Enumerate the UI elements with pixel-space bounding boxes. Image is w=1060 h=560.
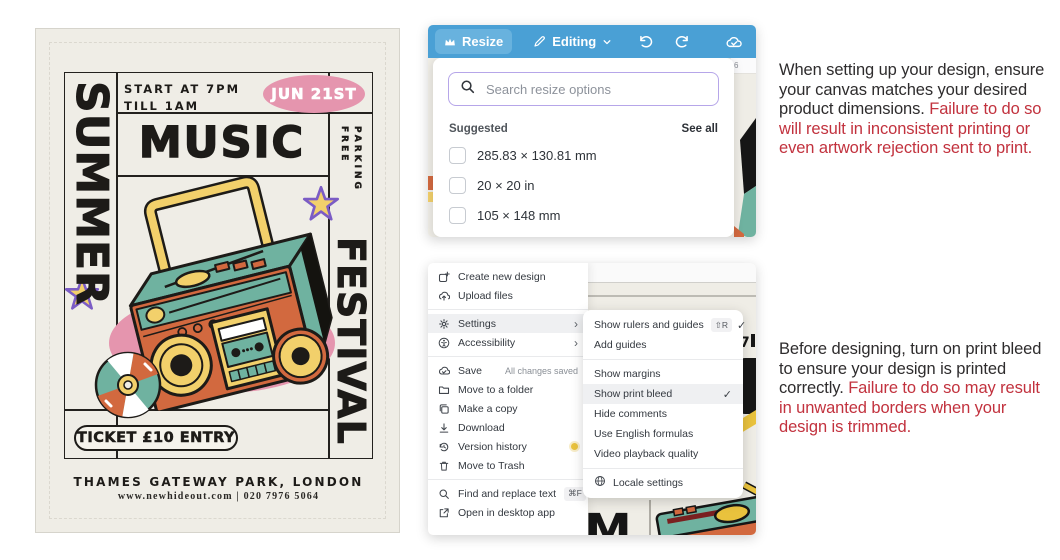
suggested-label: Suggested xyxy=(449,123,508,135)
cloud-saved-icon[interactable] xyxy=(719,35,749,49)
resize-option-row[interactable]: 105 × 148 mm xyxy=(449,200,718,230)
canvas-ruler: 6 xyxy=(731,58,756,73)
accessibility-icon xyxy=(438,337,450,349)
folder-icon xyxy=(438,384,450,396)
new-design-icon xyxy=(438,271,450,283)
contact-line: www.newhideout.com | 020 7976 5064 xyxy=(117,491,320,502)
pencil-icon xyxy=(533,35,546,48)
resize-button-label: Resize xyxy=(462,34,504,49)
menu-item-download[interactable]: Download xyxy=(428,418,588,437)
menu-item-save[interactable]: Save All changes saved xyxy=(428,361,588,380)
globe-icon xyxy=(594,474,606,492)
download-icon xyxy=(438,422,450,434)
menu-divider xyxy=(583,359,743,360)
menu-item-version-history[interactable]: Version history xyxy=(428,437,588,456)
crown-icon xyxy=(444,37,456,47)
check-icon: ✓ xyxy=(737,319,747,332)
submenu-item-show-rulers[interactable]: Show rulers and guides ⇧R ✓ xyxy=(583,315,747,335)
upload-icon xyxy=(438,290,450,302)
resize-option-label: 20 × 20 in xyxy=(477,177,535,193)
chevron-right-icon: › xyxy=(574,335,578,350)
undo-icon[interactable] xyxy=(629,34,662,49)
menu-divider xyxy=(428,309,588,310)
submenu-item-locale-settings[interactable]: Locale settings xyxy=(583,473,743,493)
cd-illustration xyxy=(94,351,162,419)
menu-item-move-to-trash[interactable]: Move to Trash xyxy=(428,456,588,475)
canvas-artwork-strip xyxy=(734,58,756,237)
external-link-icon xyxy=(438,507,450,519)
notification-dot xyxy=(571,443,578,450)
poster-schedule: START AT 7PM TILL 1AM xyxy=(124,81,240,114)
poster-side-title-festival: FESTIVAL xyxy=(329,237,374,446)
free-parking-word2: PARKING xyxy=(352,126,362,192)
menu-item-create-new-design[interactable]: Create new design xyxy=(428,267,588,286)
chevron-right-icon: › xyxy=(574,316,578,331)
resize-option-row[interactable]: 285.83 × 130.81 mm xyxy=(449,140,718,170)
note-canvas-dimensions: When setting up your design, ensure your… xyxy=(779,61,1055,159)
editor-toolbar: Resize Editing xyxy=(428,25,756,58)
poster-headline-music: MUSIC xyxy=(138,118,306,168)
check-icon: ✓ xyxy=(722,388,732,401)
submenu-item-video-quality[interactable]: Video playback quality xyxy=(583,444,743,464)
menu-item-accessibility[interactable]: Accessibility › xyxy=(428,333,588,352)
date-badge: JUN 21ST xyxy=(263,75,365,113)
resize-button[interactable]: Resize xyxy=(435,29,513,54)
festival-poster-image: SUMMER START AT 7PM TILL 1AM JUN 21ST MU… xyxy=(35,28,400,533)
gear-icon xyxy=(438,318,450,330)
checkbox[interactable] xyxy=(449,176,466,194)
submenu-item-english-formulas[interactable]: Use English formulas xyxy=(583,424,743,444)
star-icon xyxy=(302,185,340,221)
submenu-item-show-margins[interactable]: Show margins xyxy=(583,364,743,384)
editing-mode-button[interactable]: Editing xyxy=(524,29,621,54)
settings-submenu-panel: Show rulers and guides ⇧R ✓ Add guides S… xyxy=(583,310,747,498)
search-input[interactable] xyxy=(484,80,707,98)
schedule-line1: START AT 7PM xyxy=(124,82,241,96)
note-print-bleed: Before designing, turn on print bleed to… xyxy=(779,340,1055,438)
resize-option-row[interactable]: 20 × 20 in xyxy=(449,170,718,200)
trash-icon xyxy=(438,460,450,472)
resize-option-label: 285.83 × 130.81 mm xyxy=(477,147,597,163)
redo-icon[interactable] xyxy=(666,34,699,49)
resize-search-box[interactable] xyxy=(448,72,719,106)
submenu-item-show-print-bleed[interactable]: Show print bleed ✓ xyxy=(583,384,743,404)
ticket-pill: TICKET £10 ENTRY xyxy=(74,425,238,451)
editing-button-label: Editing xyxy=(552,34,597,49)
resize-option-label: 105 × 148 mm xyxy=(477,207,561,223)
menu-divider xyxy=(428,479,588,480)
cloud-check-icon xyxy=(438,365,450,377)
see-all-link[interactable]: See all xyxy=(682,123,718,135)
checkbox[interactable] xyxy=(449,146,466,164)
file-menu-panel: Create new design Upload files Settings … xyxy=(428,263,588,535)
menu-item-find-replace[interactable]: Find and replace text ⌘F xyxy=(428,484,588,503)
menu-item-upload-files[interactable]: Upload files xyxy=(428,286,588,305)
history-icon xyxy=(438,441,450,453)
resize-dropdown-panel: Suggested See all 285.83 × 130.81 mm 20 … xyxy=(433,58,734,237)
search-icon xyxy=(438,488,450,500)
poster-side-title-summer: SUMMER xyxy=(66,81,118,307)
schedule-line2: TILL 1AM xyxy=(124,98,200,113)
menu-item-move-to-folder[interactable]: Move to a folder xyxy=(428,380,588,399)
menu-item-open-desktop-app[interactable]: Open in desktop app xyxy=(428,503,588,522)
menu-divider xyxy=(428,356,588,357)
chevron-down-icon xyxy=(602,37,612,47)
venue-line: THAMES GATEWAY PARK, LONDON xyxy=(73,475,364,489)
menu-item-settings[interactable]: Settings › xyxy=(428,314,588,333)
save-status: All changes saved xyxy=(504,365,578,376)
submenu-item-hide-comments[interactable]: Hide comments xyxy=(583,404,743,424)
search-icon xyxy=(460,79,475,99)
submenu-item-add-guides[interactable]: Add guides xyxy=(583,335,743,355)
svg-text:M: M xyxy=(584,504,632,535)
free-parking-word1: FREE xyxy=(339,126,349,164)
menu-divider xyxy=(583,468,743,469)
shortcut-badge: ⇧R xyxy=(710,318,732,332)
copy-icon xyxy=(438,403,450,415)
canva-resize-screenshot: 6 Resize Editing Search resize options S… xyxy=(428,25,756,237)
canva-menu-screenshot: 7 M Create new design Upload files Setti… xyxy=(428,263,756,535)
menu-item-make-a-copy[interactable]: Make a copy xyxy=(428,399,588,418)
checkbox[interactable] xyxy=(449,206,466,224)
ruler-mark: 6 xyxy=(734,61,739,70)
